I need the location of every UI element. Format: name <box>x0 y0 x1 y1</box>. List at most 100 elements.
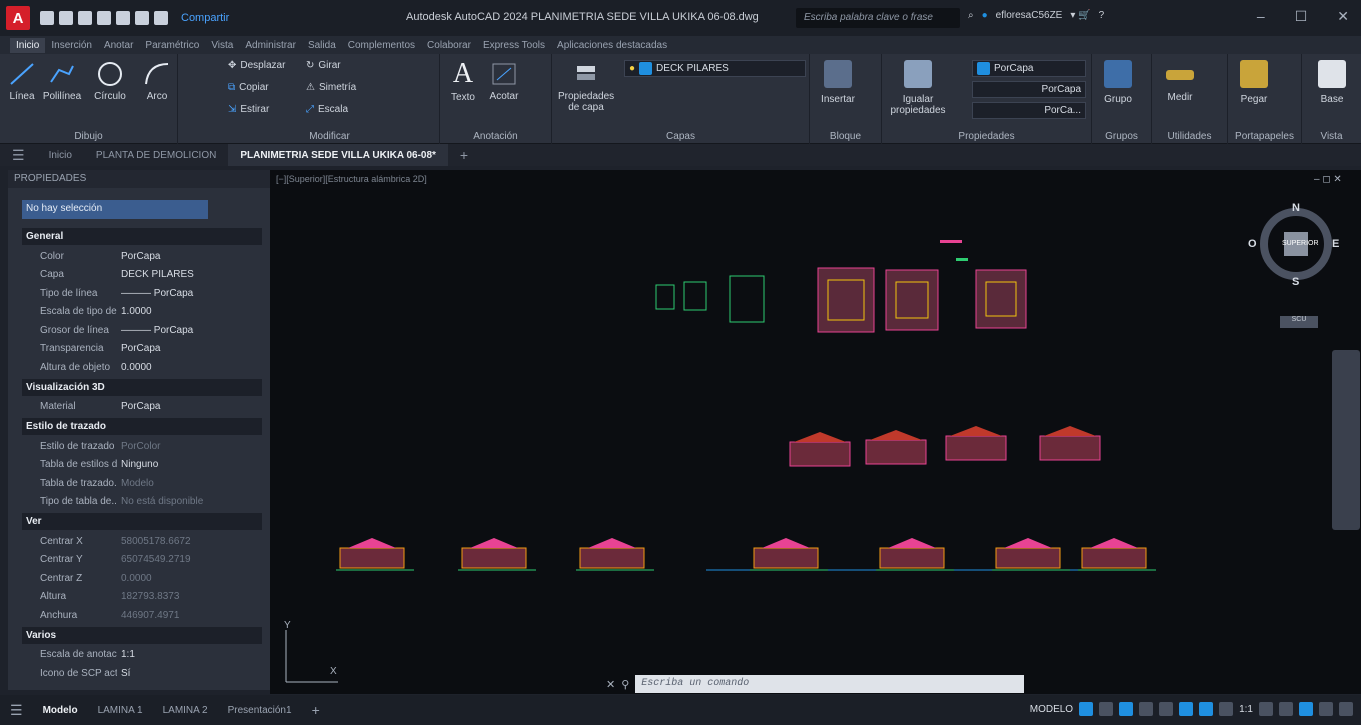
layout-menu-icon[interactable]: ☰ <box>0 702 33 719</box>
menu-icon[interactable]: ☰ <box>0 144 37 166</box>
close-icon[interactable]: ✕ <box>1337 8 1349 25</box>
new-icon[interactable] <box>40 11 54 25</box>
simetria-button[interactable]: ⚠ Simetría <box>306 82 356 93</box>
open-icon[interactable] <box>59 11 73 25</box>
viewcube[interactable]: N S E O SUPERIOR <box>1248 202 1339 288</box>
panel-title-anotacion[interactable]: Anotación <box>440 131 551 142</box>
customize-icon[interactable]: ⚲ <box>621 678 629 691</box>
new-tab-icon[interactable]: + <box>448 144 480 166</box>
layout-tab-modelo[interactable]: Modelo <box>33 705 88 716</box>
ribbon-tab-inicio[interactable]: Inicio <box>10 37 46 53</box>
property-group-0[interactable]: General <box>22 228 262 245</box>
polilinea-button[interactable]: Polilínea <box>42 60 82 102</box>
redo-icon[interactable] <box>154 11 168 25</box>
selection-cycling-icon[interactable] <box>1179 702 1194 716</box>
medir-button[interactable]: Medir <box>1160 60 1200 103</box>
property-row[interactable]: Altura de objeto 0.0000 <box>22 358 262 376</box>
autocad-logo[interactable]: A <box>6 6 30 30</box>
annotation-monitor-icon[interactable] <box>1279 702 1293 716</box>
ribbon-tab-administrar[interactable]: Administrar <box>239 38 302 53</box>
viewcube-face[interactable]: SUPERIOR <box>1282 240 1319 247</box>
help-icon[interactable]: ? <box>1099 10 1105 21</box>
minimize-icon[interactable]: – <box>1257 8 1265 25</box>
plot-icon[interactable] <box>116 11 130 25</box>
ribbon-tab-param-trico[interactable]: Paramétrico <box>139 38 205 53</box>
desplazar-button[interactable]: ✥ Desplazar <box>228 60 285 71</box>
command-input[interactable]: Escriba un comando <box>635 675 1024 693</box>
property-row[interactable]: Centrar Y 65074549.2719 <box>22 551 262 569</box>
ribbon-tab-inserci-n[interactable]: Inserción <box>45 38 98 53</box>
share-button[interactable]: Compartir <box>181 12 229 24</box>
panel-title-dibujo[interactable]: Dibujo <box>0 131 177 142</box>
customization-menu-icon[interactable] <box>1339 702 1353 716</box>
property-row[interactable]: Escala de tipo de... 1.0000 <box>22 303 262 321</box>
grid-icon[interactable] <box>1079 702 1094 716</box>
ortho-icon[interactable] <box>1119 702 1134 716</box>
ribbon-tab-express-tools[interactable]: Express Tools <box>477 38 551 53</box>
user-icon[interactable]: ● <box>982 10 988 21</box>
linea-button[interactable]: Línea <box>6 60 38 102</box>
panel-title-utilidades[interactable]: Utilidades <box>1152 131 1227 142</box>
igualar-propiedades-button[interactable]: Igualar propiedades <box>886 60 950 116</box>
compass-e[interactable]: E <box>1332 238 1339 250</box>
save-as-icon[interactable] <box>97 11 111 25</box>
grupo-button[interactable]: Grupo <box>1098 60 1138 105</box>
acotar-button[interactable]: Acotar <box>484 60 524 102</box>
base-button[interactable]: Base <box>1312 60 1352 105</box>
panel-title-propiedades[interactable]: Propiedades <box>882 131 1091 142</box>
girar-button[interactable]: ↻ Girar <box>306 60 341 71</box>
compass-n[interactable]: N <box>1292 202 1300 214</box>
workspace-gear-icon[interactable] <box>1259 702 1273 716</box>
property-row[interactable]: Tabla de estilos d... Ninguno <box>22 456 262 474</box>
property-row[interactable]: Tipo de línea ——— PorCapa <box>22 284 262 302</box>
panel-title-grupos[interactable]: Grupos <box>1092 131 1151 142</box>
doc-tab-planta-demolicion[interactable]: PLANTA DE DEMOLICION <box>84 144 228 166</box>
insertar-button[interactable]: Insertar <box>818 60 858 105</box>
property-row[interactable]: Capa DECK PILARES <box>22 266 262 284</box>
ribbon-tab-aplicaciones-destacadas[interactable]: Aplicaciones destacadas <box>551 38 673 53</box>
property-row[interactable]: Altura 182793.8373 <box>22 588 262 606</box>
search-input[interactable]: Escriba palabra clave o frase <box>796 8 960 28</box>
property-row[interactable]: Color PorCapa <box>22 247 262 265</box>
property-row[interactable]: Escala de anotaci... 1:1 <box>22 646 262 664</box>
fullscreen-icon[interactable] <box>1319 702 1333 716</box>
polar-icon[interactable] <box>1139 702 1154 716</box>
scu-button[interactable]: SCU <box>1280 316 1318 328</box>
propiedades-capa-button[interactable]: Propiedades de capa <box>558 60 614 113</box>
escala-button[interactable]: ⤢ Escala <box>306 104 348 115</box>
doc-tab-planimetria[interactable]: PLANIMETRIA SEDE VILLA UKIKA 06-08* <box>228 144 448 166</box>
layout-tab-lamina-2[interactable]: LAMINA 2 <box>153 705 218 716</box>
navigation-bar[interactable] <box>1332 350 1360 530</box>
annotation-scale[interactable]: 1:1 <box>1239 704 1253 715</box>
compass-s[interactable]: S <box>1292 276 1299 288</box>
property-row[interactable]: Material PorCapa <box>22 398 262 416</box>
osnap-icon[interactable] <box>1159 702 1174 716</box>
property-row[interactable]: Tipo de tabla de... No está disponible <box>22 493 262 511</box>
selection-dropdown[interactable]: No hay selección <box>22 200 208 219</box>
panel-title-modificar[interactable]: Modificar <box>220 131 439 142</box>
ribbon-tab-anotar[interactable]: Anotar <box>98 38 139 53</box>
panel-title-portapapeles[interactable]: Portapapeles <box>1228 131 1301 142</box>
property-group-2[interactable]: Estilo de trazado <box>22 418 262 435</box>
autoscale-icon[interactable] <box>1219 702 1234 716</box>
user-name[interactable]: efloresaC56ZE <box>996 10 1063 21</box>
viewport-controls-icon[interactable]: – ◻ ✕ <box>1314 174 1342 185</box>
copiar-button[interactable]: ⧉ Copiar <box>228 82 269 93</box>
isolate-icon[interactable] <box>1299 702 1313 716</box>
pegar-button[interactable]: Pegar <box>1234 60 1274 105</box>
property-row[interactable]: Anchura 446907.4971 <box>22 606 262 624</box>
snap-icon[interactable] <box>1099 702 1114 716</box>
lineweight-dropdown[interactable]: PorCa... <box>972 102 1086 119</box>
property-group-3[interactable]: Ver <box>22 513 262 530</box>
layout-tab-presentacion1[interactable]: Presentación1 <box>218 705 302 716</box>
property-row[interactable]: Centrar Z 0.0000 <box>22 569 262 587</box>
panel-title-capas[interactable]: Capas <box>552 131 809 142</box>
color-dropdown[interactable]: PorCapa <box>972 60 1086 77</box>
property-row[interactable]: Estilo de trazado PorColor <box>22 437 262 455</box>
property-row[interactable]: Icono de SCP act... Sí <box>22 664 262 682</box>
ribbon-tab-complementos[interactable]: Complementos <box>342 38 421 53</box>
linetype-dropdown[interactable]: PorCapa <box>972 81 1086 98</box>
property-row[interactable]: Grosor de línea ——— PorCapa <box>22 321 262 339</box>
annotation-visibility-icon[interactable] <box>1199 702 1214 716</box>
circulo-button[interactable]: Círculo <box>92 60 128 102</box>
